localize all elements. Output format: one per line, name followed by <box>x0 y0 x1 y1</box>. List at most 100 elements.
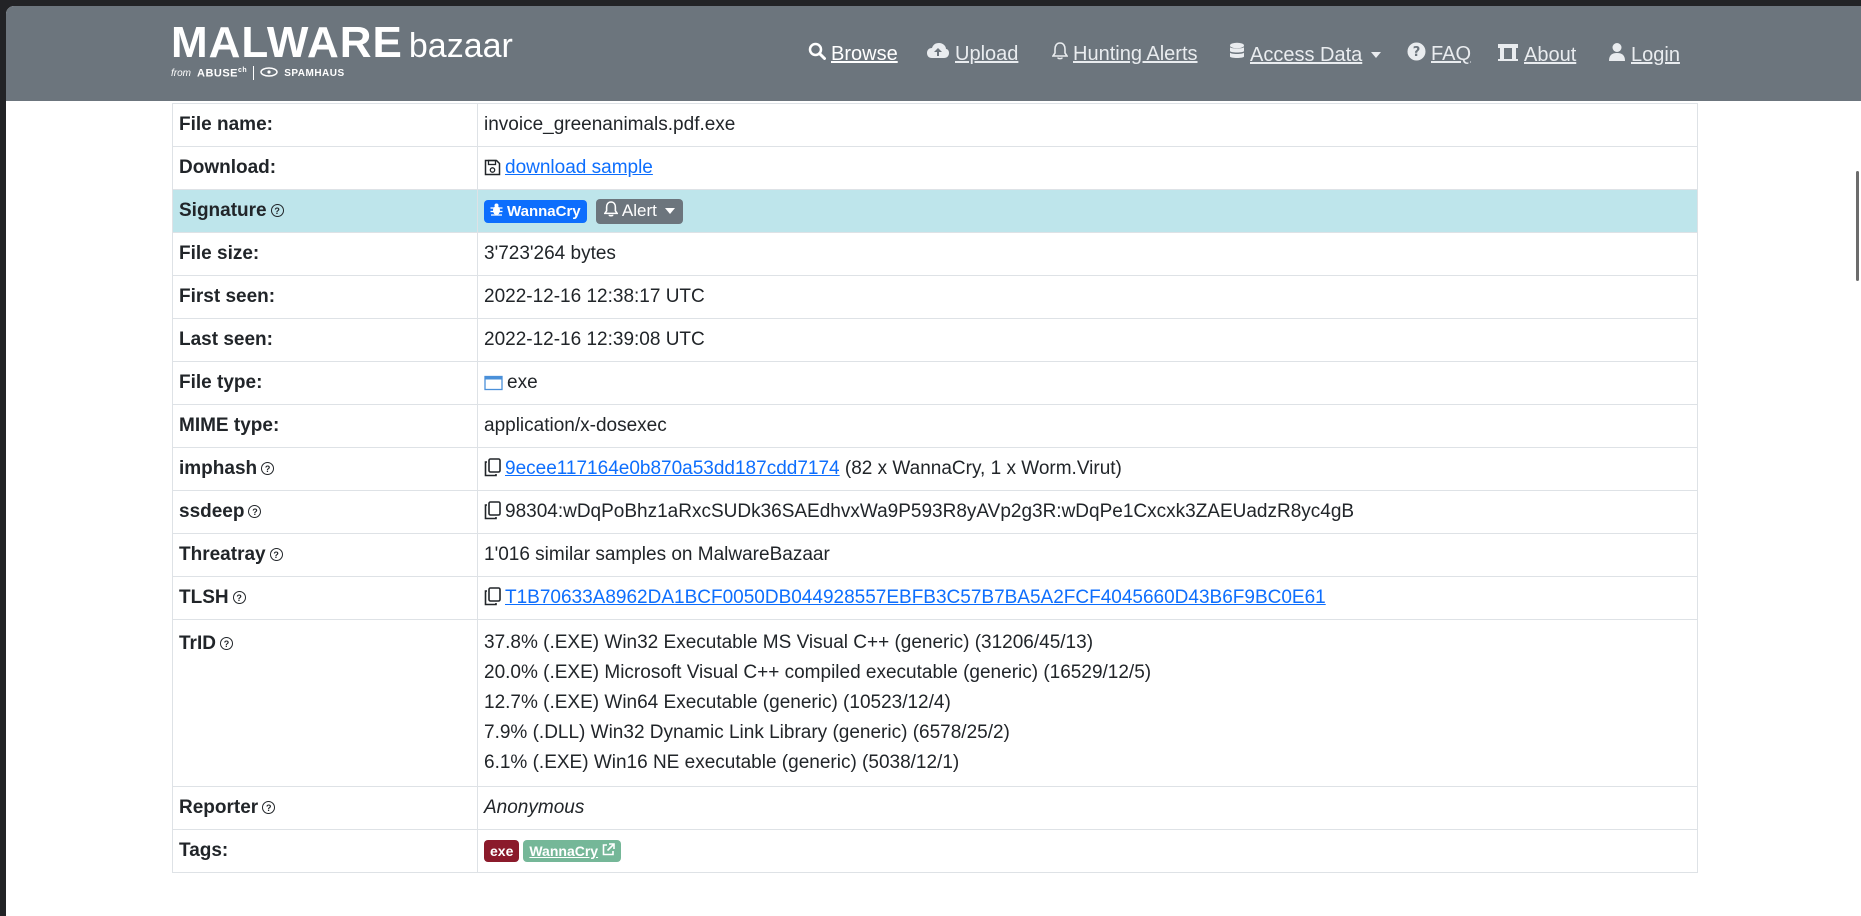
nav-upload[interactable]: Upload <box>926 42 1018 66</box>
trid-line: 20.0% (.EXE) Microsoft Visual C++ compil… <box>484 662 1152 683</box>
threatray-label: Threatray <box>179 544 266 565</box>
file-type-value: exe <box>507 372 538 393</box>
copy-icon[interactable] <box>484 587 505 608</box>
tags-cell: exe WannaCry <box>477 829 1698 873</box>
trid-line: 7.9% (.DLL) Win32 Dynamic Link Library (… <box>484 722 1010 743</box>
nav-login-label: Login <box>1631 43 1680 66</box>
copy-icon[interactable] <box>484 501 505 522</box>
bug-icon <box>490 203 503 220</box>
row-signature: Signature? WannaCry Alert <box>172 189 1698 233</box>
nav-browse[interactable]: Browse <box>808 42 898 66</box>
file-size-label: File size: <box>172 232 478 276</box>
trid-line: 12.7% (.EXE) Win64 Executable (generic) … <box>484 692 951 713</box>
tlsh-label: TLSH <box>179 587 229 608</box>
help-icon[interactable]: ? <box>262 801 276 815</box>
file-type-cell: exe <box>477 361 1698 405</box>
database-icon <box>1229 42 1245 68</box>
imphash-label-cell: imphash? <box>172 447 478 491</box>
nav-faq[interactable]: ? FAQ <box>1407 42 1471 67</box>
file-name-label: File name: <box>172 103 478 147</box>
signature-badge-label: WannaCry <box>507 202 581 220</box>
nav-about[interactable]: About <box>1497 42 1576 68</box>
scrollbar[interactable] <box>1851 101 1861 916</box>
bell-icon <box>603 200 619 222</box>
copy-icon[interactable] <box>484 458 505 479</box>
row-tags: Tags: exe WannaCry <box>172 829 1698 873</box>
nav-browse-label: Browse <box>831 42 898 65</box>
chevron-down-icon <box>664 208 675 214</box>
bell-icon <box>1051 42 1069 66</box>
alert-dropdown-button[interactable]: Alert <box>595 198 683 224</box>
scrollbar-thumb[interactable] <box>1856 171 1859 281</box>
external-link-icon <box>602 843 615 859</box>
threatray-value: 1'016 similar samples on MalwareBazaar <box>477 533 1698 577</box>
tlsh-cell: T1B70633A8962DA1BCF0050DB044928557EBFB3C… <box>477 576 1698 620</box>
signature-label: Signature <box>179 200 267 221</box>
row-trid: TrID? 37.8% (.EXE) Win32 Executable MS V… <box>172 619 1698 787</box>
row-first-seen: First seen: 2022-12-16 12:38:17 UTC <box>172 275 1698 319</box>
reporter-label: Reporter <box>179 797 259 818</box>
last-seen-value: 2022-12-16 12:39:08 UTC <box>477 318 1698 362</box>
row-threatray: Threatray? 1'016 similar samples on Malw… <box>172 533 1698 577</box>
imphash-label: imphash <box>179 458 258 479</box>
floppy-disk-icon <box>484 157 505 178</box>
row-ssdeep: ssdeep? 98304:wDqPoBhz1aRxcSUDk36SAEdhvx… <box>172 490 1698 534</box>
tags-label: Tags: <box>172 829 478 873</box>
building-icon <box>1497 42 1519 68</box>
row-reporter: Reporter? Anonymous <box>172 786 1698 830</box>
trid-label: TrID <box>179 633 216 654</box>
search-icon <box>808 42 826 66</box>
cloud-upload-icon <box>926 42 950 66</box>
help-icon[interactable]: ? <box>270 204 284 218</box>
tag-wannacry[interactable]: WannaCry <box>523 839 622 862</box>
main-nav: Browse Upload Hunting Alerts Access Data… <box>6 42 1861 82</box>
signature-badge[interactable]: WannaCry <box>484 199 587 223</box>
row-download: Download: download sample <box>172 146 1698 190</box>
trid-cell: 37.8% (.EXE) Win32 Executable MS Visual … <box>477 619 1698 787</box>
file-type-label: File type: <box>172 361 478 405</box>
signature-cell: WannaCry Alert <box>477 189 1698 233</box>
imphash-extra: (82 x WannaCry, 1 x Worm.Virut) <box>844 458 1122 479</box>
help-icon[interactable]: ? <box>248 505 262 519</box>
help-icon[interactable]: ? <box>219 637 233 651</box>
nav-hunting-alerts[interactable]: Hunting Alerts <box>1051 42 1198 66</box>
row-file-type: File type: exe <box>172 361 1698 405</box>
row-file-size: File size: 3'723'264 bytes <box>172 232 1698 276</box>
help-icon[interactable]: ? <box>269 548 283 562</box>
mime-type-value: application/x-dosexec <box>477 404 1698 448</box>
nav-upload-label: Upload <box>955 42 1019 65</box>
browser-window: MALWARE bazaar from ABUSEch SPAMHAUS Brow… <box>6 6 1861 916</box>
tag-wannacry-label: WannaCry <box>529 842 599 859</box>
row-file-name: File name: invoice_greenanimals.pdf.exe <box>172 103 1698 147</box>
nav-login[interactable]: Login <box>1608 42 1680 68</box>
last-seen-label: Last seen: <box>172 318 478 362</box>
row-tlsh: TLSH? T1B70633A8962DA1BCF0050DB044928557… <box>172 576 1698 620</box>
mime-type-label: MIME type: <box>172 404 478 448</box>
trid-label-cell: TrID? <box>172 619 478 787</box>
trid-line: 37.8% (.EXE) Win32 Executable MS Visual … <box>484 632 1094 653</box>
ssdeep-cell: 98304:wDqPoBhz1aRxcSUDk36SAEdhvxWa9P593R… <box>477 490 1698 534</box>
imphash-cell: 9ecee117164e0b870a53dd187cdd7174 (82 x W… <box>477 447 1698 491</box>
tlsh-link[interactable]: T1B70633A8962DA1BCF0050DB044928557EBFB3C… <box>505 587 1326 608</box>
tag-exe[interactable]: exe <box>484 839 520 862</box>
threatray-label-cell: Threatray? <box>172 533 478 577</box>
svg-text:?: ? <box>1413 45 1421 60</box>
help-icon[interactable]: ? <box>232 591 246 605</box>
nav-access-data-label: Access Data <box>1250 43 1363 66</box>
download-cell: download sample <box>477 146 1698 190</box>
help-icon[interactable]: ? <box>261 462 275 476</box>
download-sample-link[interactable]: download sample <box>505 157 653 178</box>
signature-label-cell: Signature? <box>172 189 478 233</box>
file-name-value: invoice_greenanimals.pdf.exe <box>477 103 1698 147</box>
tlsh-label-cell: TLSH? <box>172 576 478 620</box>
ssdeep-value: 98304:wDqPoBhz1aRxcSUDk36SAEdhvxWa9P593R… <box>505 501 1355 522</box>
navbar: MALWARE bazaar from ABUSEch SPAMHAUS Brow… <box>6 6 1861 101</box>
window-icon <box>484 372 507 393</box>
ssdeep-label-cell: ssdeep? <box>172 490 478 534</box>
nav-access-data[interactable]: Access Data <box>1229 42 1382 68</box>
trid-line: 6.1% (.EXE) Win16 NE executable (generic… <box>484 752 960 773</box>
first-seen-value: 2022-12-16 12:38:17 UTC <box>477 275 1698 319</box>
row-last-seen: Last seen: 2022-12-16 12:39:08 UTC <box>172 318 1698 362</box>
nav-about-label: About <box>1524 43 1577 66</box>
imphash-link[interactable]: 9ecee117164e0b870a53dd187cdd7174 <box>505 458 840 479</box>
